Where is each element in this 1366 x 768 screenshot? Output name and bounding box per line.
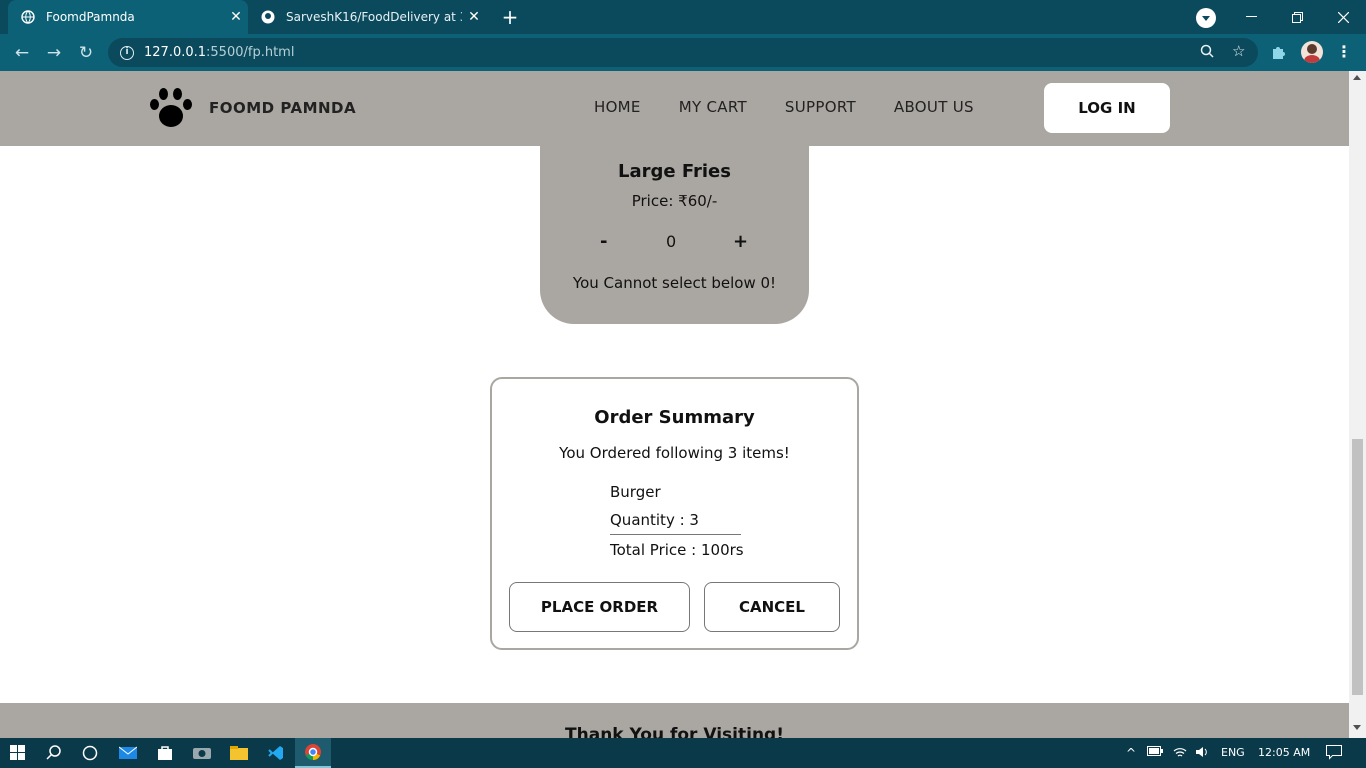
bookmark-star-icon[interactable]: ☆	[1232, 42, 1245, 60]
scroll-up-icon[interactable]	[1353, 75, 1361, 80]
scroll-down-icon[interactable]	[1353, 725, 1361, 730]
wifi-icon[interactable]	[1173, 746, 1187, 761]
page-viewport: FOOMD PAMNDA HOME MY CART SUPPORT ABOUT …	[0, 71, 1366, 738]
product-name: Large Fries	[618, 161, 731, 182]
close-icon[interactable]: ✕	[224, 9, 248, 25]
info-icon[interactable]: i	[120, 45, 134, 60]
nav-links: HOME MY CART SUPPORT ABOUT US	[594, 98, 1012, 116]
nav-home[interactable]: HOME	[594, 98, 641, 116]
brand-name: FOOMD PAMNDA	[209, 99, 357, 117]
brand[interactable]: FOOMD PAMNDA	[148, 85, 356, 131]
address-bar[interactable]: i 127.0.0.1:5500/fp.html ☆	[108, 38, 1258, 67]
notifications-icon[interactable]	[1326, 745, 1342, 763]
scrollbar-thumb[interactable]	[1352, 439, 1363, 695]
back-icon[interactable]: ←	[9, 40, 35, 66]
github-icon	[260, 9, 276, 25]
tab-title: SarveshK16/FoodDelivery at 30M	[286, 10, 462, 24]
volume-icon[interactable]	[1195, 746, 1209, 761]
forward-icon[interactable]: →	[41, 40, 67, 66]
browser-toolbar: ← → ↻ i 127.0.0.1:5500/fp.html ☆	[0, 34, 1366, 71]
minimize-icon[interactable]	[1228, 0, 1274, 34]
search-icon[interactable]	[36, 738, 72, 768]
vscode-icon[interactable]	[258, 738, 294, 768]
summary-quantity: Quantity : 3	[610, 511, 741, 535]
close-icon[interactable]: ✕	[462, 9, 486, 25]
zoom-icon[interactable]	[1200, 44, 1214, 62]
site-footer: Thank You for Visiting!	[0, 703, 1349, 738]
tab-foomdpamnda[interactable]: FoomdPamnda ✕	[8, 0, 248, 34]
browser-tab-bar: FoomdPamnda ✕ SarveshK16/FoodDelivery at…	[0, 0, 1366, 34]
summary-subtitle: You Ordered following 3 items!	[559, 444, 790, 462]
tab-github[interactable]: SarveshK16/FoodDelivery at 30M ✕	[250, 0, 486, 34]
nav-my-cart[interactable]: MY CART	[679, 98, 747, 116]
chrome-icon[interactable]	[295, 738, 331, 768]
store-icon[interactable]	[147, 738, 183, 768]
language-indicator[interactable]: ENG	[1221, 746, 1245, 759]
footer-thanks: Thank You for Visiting!	[565, 725, 784, 738]
page-scrollbar[interactable]	[1349, 71, 1366, 738]
mail-icon[interactable]	[110, 738, 146, 768]
login-button[interactable]: LOG IN	[1044, 83, 1170, 133]
summary-item-name: Burger	[610, 483, 661, 501]
restore-icon[interactable]	[1274, 0, 1320, 34]
globe-icon	[20, 9, 36, 25]
windows-taskbar: ^ ENG 12:05 AM	[0, 738, 1366, 768]
profile-avatar[interactable]	[1301, 41, 1323, 63]
camera-icon[interactable]	[184, 738, 220, 768]
window-close-icon[interactable]	[1320, 0, 1366, 34]
reload-icon[interactable]: ↻	[73, 40, 99, 66]
tab-title: FoomdPamnda	[46, 10, 135, 24]
cortana-icon[interactable]	[72, 738, 108, 768]
site-navbar: FOOMD PAMNDA HOME MY CART SUPPORT ABOUT …	[0, 71, 1349, 146]
battery-icon[interactable]	[1147, 746, 1163, 759]
extensions-icon[interactable]	[1270, 44, 1286, 64]
new-tab-button[interactable]: +	[498, 5, 522, 29]
nav-about-us[interactable]: ABOUT US	[894, 98, 974, 116]
place-order-button[interactable]: PLACE ORDER	[509, 582, 690, 632]
nav-support[interactable]: SUPPORT	[785, 98, 856, 116]
cancel-button[interactable]: CANCEL	[704, 582, 840, 632]
tab-search-icon[interactable]	[1196, 8, 1216, 28]
product-price: Price: ₹60/-	[631, 192, 718, 210]
summary-title: Order Summary	[594, 407, 755, 428]
url-text: 127.0.0.1:5500/fp.html	[144, 45, 295, 60]
summary-total: Total Price : 100rs	[610, 541, 744, 559]
decrement-button[interactable]: -	[600, 231, 607, 252]
paw-logo-icon	[148, 85, 194, 131]
order-summary-card: Order Summary You Ordered following 3 it…	[490, 377, 859, 650]
increment-button[interactable]: +	[733, 231, 748, 252]
quantity-warning: You Cannot select below 0!	[572, 274, 777, 292]
clock[interactable]: 12:05 AM	[1258, 746, 1310, 759]
file-explorer-icon[interactable]	[221, 738, 257, 768]
quantity-value: 0	[666, 232, 677, 251]
chevron-up-icon[interactable]: ^	[1126, 746, 1136, 760]
windows-start-icon[interactable]	[0, 738, 36, 768]
menu-icon[interactable]: ⋮	[1336, 42, 1352, 61]
